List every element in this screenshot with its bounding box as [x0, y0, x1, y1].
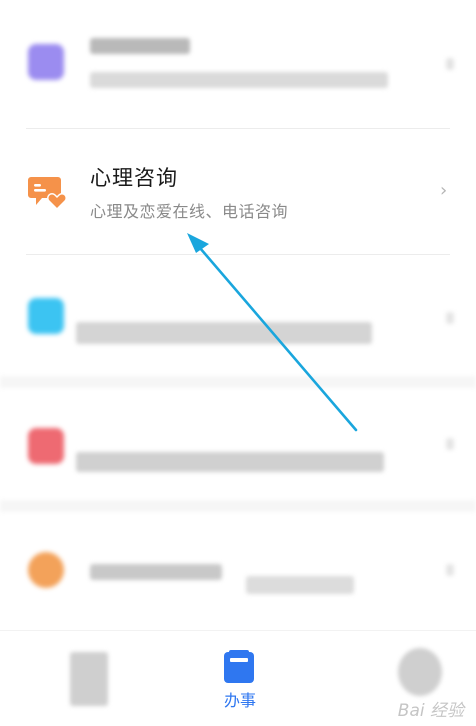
- baidu-jingyan-watermark: Bai 经验: [397, 701, 464, 721]
- blurred-tab-icon: [70, 652, 108, 706]
- annotation-arrow: [187, 233, 358, 432]
- blurred-tab-icon: [398, 648, 442, 696]
- tab-banshi-label: 办事: [223, 691, 256, 710]
- document-icon: [224, 650, 254, 683]
